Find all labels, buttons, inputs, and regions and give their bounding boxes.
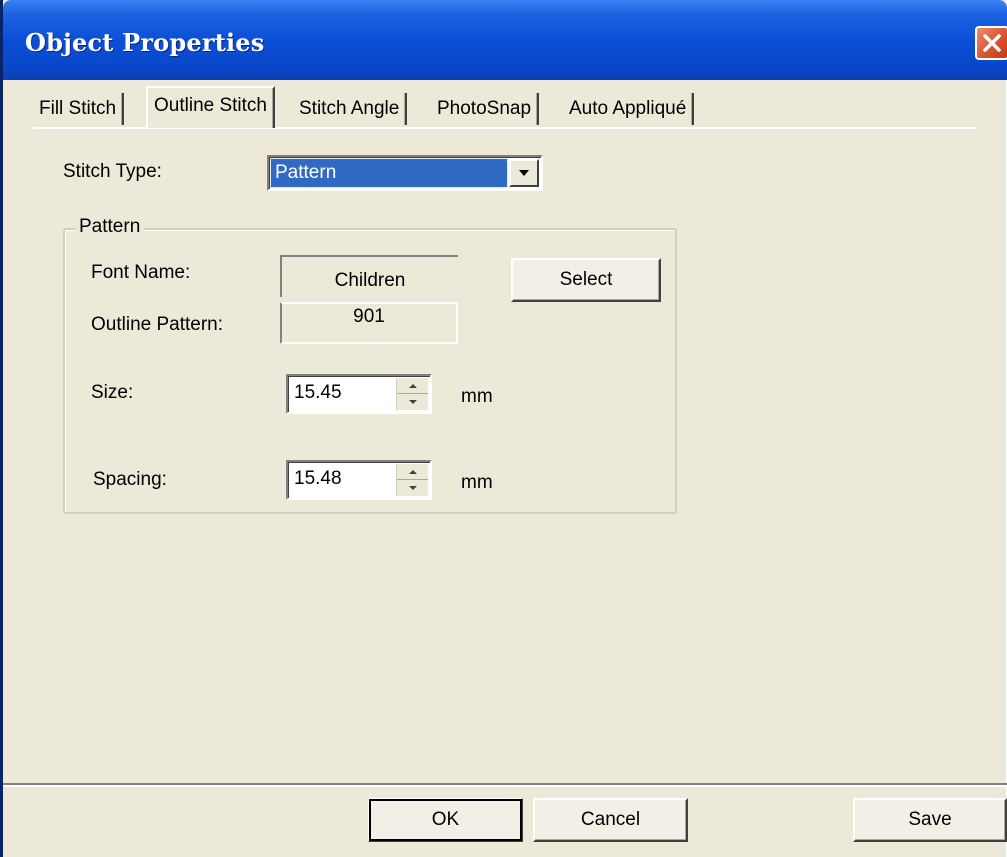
size-spin-buttons[interactable] bbox=[396, 378, 428, 410]
stitch-type-dropdown-button[interactable] bbox=[509, 159, 539, 187]
footer-separator bbox=[3, 783, 1007, 787]
stitch-type-value: Pattern bbox=[270, 158, 508, 188]
title-bar[interactable]: Object Properties bbox=[3, 0, 1007, 80]
window-title: Object Properties bbox=[25, 28, 265, 57]
tab-auto-applique[interactable]: Auto Appliqué bbox=[563, 93, 695, 125]
spin-up-icon[interactable] bbox=[397, 464, 428, 480]
spacing-unit: mm bbox=[461, 472, 493, 493]
font-name-value: Children bbox=[280, 255, 458, 297]
tab-outline-stitch[interactable]: Outline Stitch bbox=[146, 86, 275, 128]
ok-button[interactable]: OK bbox=[368, 798, 523, 842]
spacing-spin-buttons[interactable] bbox=[396, 464, 428, 496]
font-name-label: Font Name: bbox=[91, 262, 191, 283]
spacing-spinner[interactable]: 15.48 bbox=[286, 460, 432, 500]
select-button[interactable]: Select bbox=[511, 258, 661, 302]
outline-pattern-text: 901 bbox=[353, 306, 385, 327]
spin-up-icon[interactable] bbox=[397, 378, 428, 394]
tab-photosnap[interactable]: PhotoSnap bbox=[431, 93, 540, 125]
size-spinner[interactable]: 15.45 bbox=[286, 374, 432, 414]
tab-fill-stitch[interactable]: Fill Stitch bbox=[33, 93, 125, 125]
spacing-input[interactable]: 15.48 bbox=[294, 468, 342, 490]
font-name-text: Children bbox=[334, 270, 406, 291]
spin-down-icon[interactable] bbox=[397, 394, 428, 410]
size-unit: mm bbox=[461, 386, 493, 407]
stitch-type-label: Stitch Type: bbox=[63, 161, 162, 182]
pattern-group-legend: Pattern bbox=[75, 216, 145, 238]
save-button[interactable]: Save bbox=[853, 798, 1007, 842]
outline-pattern-value: 901 bbox=[280, 302, 458, 344]
object-properties-dialog: Object Properties Fill Stitch Outline St… bbox=[0, 0, 1007, 857]
outline-pattern-label: Outline Pattern: bbox=[91, 314, 224, 335]
spin-down-icon[interactable] bbox=[397, 480, 428, 496]
close-button[interactable] bbox=[975, 26, 1007, 60]
spacing-label: Spacing: bbox=[93, 469, 167, 490]
tab-stitch-angle[interactable]: Stitch Angle bbox=[293, 93, 408, 125]
cancel-button[interactable]: Cancel bbox=[533, 798, 688, 842]
chevron-down-icon bbox=[518, 164, 530, 182]
size-label: Size: bbox=[91, 382, 134, 403]
close-icon bbox=[982, 33, 1002, 53]
size-input[interactable]: 15.45 bbox=[294, 382, 342, 404]
stitch-type-select[interactable]: Pattern bbox=[267, 155, 543, 191]
